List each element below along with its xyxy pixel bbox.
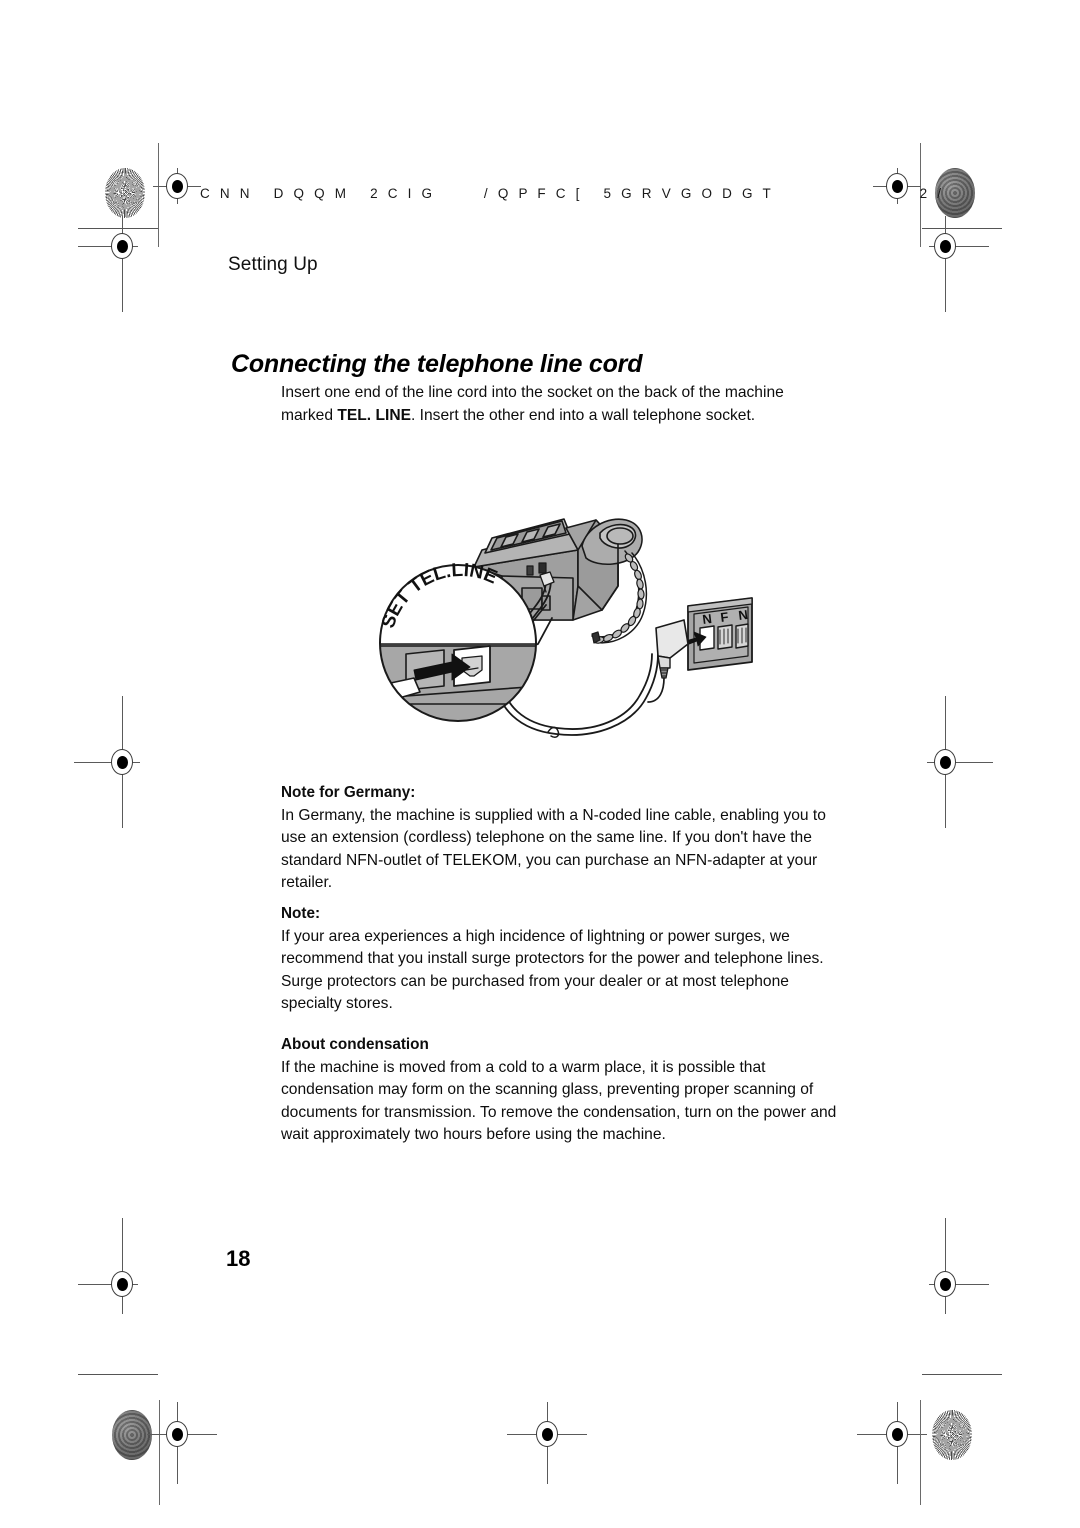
color-bar-mottled-bottom-left: [112, 1410, 152, 1460]
registration-mark-upper-left-corner: [78, 216, 144, 312]
crop-vrule-left-top: [158, 143, 160, 247]
crop-vrule-right-bottom: [920, 1400, 922, 1505]
socket-letter-3: N: [738, 607, 749, 623]
registration-mark-top-left: [153, 164, 201, 208]
page-number: 18: [226, 1246, 251, 1271]
running-head: Setting Up: [228, 254, 318, 275]
illustration-connecting-line-cord: SET TEL.LINE N F N: [370, 458, 762, 758]
registration-mark-middle-left: [74, 696, 144, 828]
note-body-condensation: If the machine is moved from a cold to a…: [281, 1058, 837, 1144]
note-body-germany: In Germany, the machine is supplied with…: [281, 806, 826, 892]
note-body-surge: If your area experiences a high incidenc…: [281, 927, 824, 1013]
crop-rule-upper-left: [78, 228, 158, 230]
registration-mark-lower-right-corner: [923, 1218, 989, 1314]
registration-mark-bottom-left: [147, 1402, 217, 1484]
intro-paragraph: Insert one end of the line cord into the…: [281, 382, 838, 427]
crop-vrule-left-bottom: [159, 1400, 161, 1505]
registration-mark-bottom-right: [857, 1402, 927, 1484]
note-block-condensation: About condensation If the machine is mov…: [281, 1034, 838, 1147]
crop-rule-lower-left: [78, 1374, 158, 1376]
page-header-code: C N N D Q Q M 2 C I G / Q P F C [ 5 G R …: [200, 186, 945, 201]
registration-mark-lower-left-corner: [78, 1218, 144, 1314]
color-bar-sunburst-bottom-right: [932, 1410, 972, 1460]
registration-mark-middle-right: [923, 696, 993, 828]
note-heading-surge: Note:: [281, 905, 321, 922]
note-block-surge: Note: If your area experiences a high in…: [281, 903, 838, 1016]
registration-mark-bottom-center: [507, 1402, 587, 1484]
intro-text-after: . Insert the other end into a wall telep…: [410, 406, 756, 424]
page-title: Connecting the telephone line cord: [231, 349, 643, 378]
color-bar-sunburst-top-left: [105, 168, 145, 218]
registration-mark-upper-right-corner: [923, 216, 989, 312]
intro-bold-term: TEL. LINE: [337, 406, 411, 424]
crop-rule-lower-right: [922, 1374, 1002, 1376]
crop-rule-upper-right: [922, 228, 1002, 230]
note-block-germany: Note for Germany: In Germany, the machin…: [281, 782, 838, 895]
socket-letter-1: N: [702, 611, 713, 627]
note-heading-germany: Note for Germany:: [281, 784, 416, 801]
note-heading-condensation: About condensation: [281, 1036, 429, 1053]
